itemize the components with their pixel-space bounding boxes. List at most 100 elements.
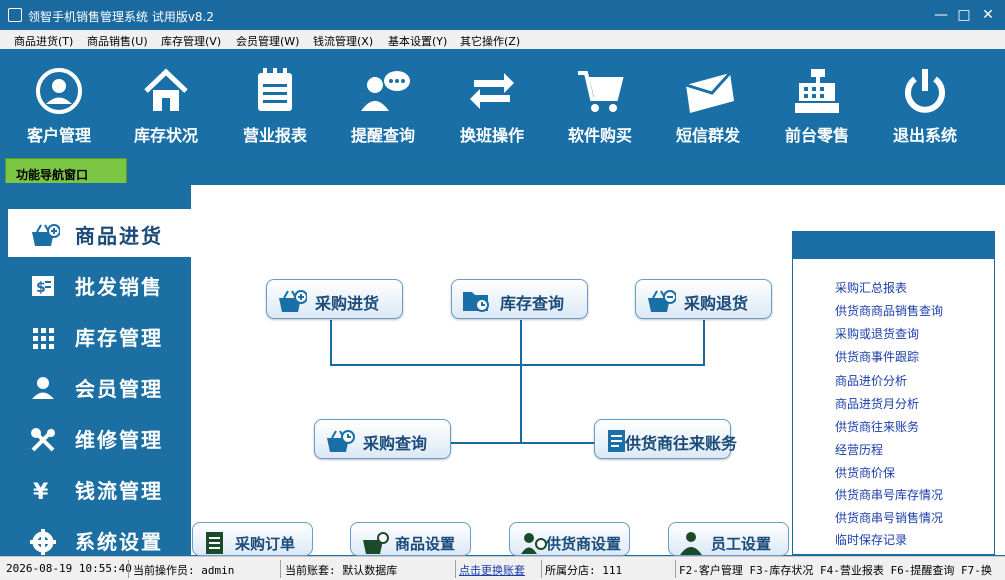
- basket-plus-icon: [32, 224, 60, 246]
- toolbar-label: 库存状况: [133, 126, 198, 145]
- supplier-settings-button[interactable]: 供货商设置: [509, 522, 630, 556]
- menu-cashflow[interactable]: 钱流管理(X): [313, 33, 373, 49]
- maximize-icon[interactable]: □: [953, 4, 975, 26]
- button-label: 库存查询: [500, 294, 565, 313]
- left-nav-cashflow[interactable]: ¥ 钱流管理: [8, 464, 191, 512]
- link-business-history[interactable]: 经营历程: [835, 441, 883, 458]
- toolbar-label: 前台零售: [784, 126, 849, 145]
- connector-line: [451, 442, 594, 444]
- house-icon: [144, 68, 188, 111]
- quick-links-panel: 采购汇总报表 供货商商品销售查询 采购或退货查询 供货商事件跟踪 商品进价分析 …: [792, 231, 995, 555]
- document-icon: [206, 532, 223, 554]
- button-label: 采购进货: [315, 294, 380, 313]
- tab-band: [0, 149, 1005, 185]
- button-label: 商品设置: [395, 535, 456, 553]
- minimize-icon[interactable]: —: [930, 4, 952, 26]
- user-circle-icon: [36, 68, 82, 114]
- swap-icon: [470, 73, 514, 109]
- switch-account-link[interactable]: 点击更换账套: [459, 562, 525, 578]
- purchase-in-button[interactable]: 采购进货: [266, 279, 403, 319]
- left-nav-label: 商品进货: [75, 224, 163, 248]
- toolbar-reminder-button[interactable]: 提醒查询: [333, 49, 433, 149]
- toolbar-exit-button[interactable]: 退出系统: [875, 49, 975, 149]
- status-shortcuts: F2-客户管理 F3-库存状况 F4-营业报表 F6-提醒查询 F7-换: [679, 564, 992, 577]
- menu-member[interactable]: 会员管理(W): [236, 33, 299, 49]
- menu-goods-sales[interactable]: 商品销售(U): [87, 33, 148, 49]
- goods-settings-button[interactable]: 商品设置: [350, 522, 471, 556]
- menu-other[interactable]: 其它操作(Z): [460, 33, 520, 49]
- left-nav-label: 维修管理: [75, 428, 163, 452]
- close-icon[interactable]: ✕: [977, 4, 999, 26]
- gear-icon: [30, 529, 56, 555]
- menu-stock[interactable]: 库存管理(V): [161, 33, 221, 49]
- status-separator: [675, 560, 676, 578]
- link-monthly-purchase-analysis[interactable]: 商品进货月分析: [835, 395, 919, 412]
- power-icon: [905, 69, 945, 113]
- status-operator: 当前操作员: admin: [133, 564, 235, 577]
- link-supplier-price-protection[interactable]: 供货商价保: [835, 464, 895, 481]
- toolbar-label: 客户管理: [26, 126, 91, 145]
- svg-text:¥: ¥: [33, 480, 49, 504]
- left-nav-goods-purchase[interactable]: 商品进货: [8, 209, 191, 257]
- toolbar-purchase-software-button[interactable]: 软件购买: [550, 49, 650, 149]
- left-nav-label: 系统设置: [75, 530, 163, 554]
- connector-line: [703, 320, 705, 365]
- menu-bar: 商品进货(T) 商品销售(U) 库存管理(V) 会员管理(W) 钱流管理(X) …: [0, 30, 1005, 49]
- toolbar-label: 营业报表: [242, 126, 307, 145]
- svg-text:$: $: [36, 280, 46, 296]
- toolbar-label: 换班操作: [459, 126, 524, 145]
- link-serial-stock[interactable]: 供货商串号库存情况: [835, 486, 943, 503]
- status-bar: 2026-08-19 10:55:40 当前操作员: admin 当前账套: 默…: [0, 556, 1005, 580]
- button-label: 采购查询: [363, 434, 428, 453]
- status-separator: [455, 560, 456, 578]
- toolbar-stock-status-button[interactable]: 库存状况: [116, 49, 216, 149]
- left-nav-repair[interactable]: 维修管理: [8, 413, 191, 461]
- left-nav-stock[interactable]: 库存管理: [8, 311, 191, 359]
- link-supplier-event-tracking[interactable]: 供货商事件跟踪: [835, 348, 919, 365]
- link-supplier-goods-sales[interactable]: 供货商商品销售查询: [835, 302, 943, 319]
- button-label: 供货商往来账务: [625, 434, 738, 453]
- button-label: 员工设置: [711, 535, 772, 553]
- menu-basic-settings[interactable]: 基本设置(Y): [388, 33, 447, 49]
- employee-settings-button[interactable]: 员工设置: [668, 522, 789, 556]
- cash-register-icon: [795, 69, 839, 113]
- toolbar-retail-button[interactable]: 前台零售: [767, 49, 867, 149]
- left-nav-member[interactable]: 会员管理: [8, 362, 191, 410]
- toolbar-reports-button[interactable]: 营业报表: [225, 49, 325, 149]
- left-nav: 商品进货 $ 批发销售 库存管理 会员管理 维修管理 ¥ 钱流管理 系统设置: [0, 185, 191, 555]
- grid-icon: [33, 328, 54, 349]
- left-nav-label: 会员管理: [75, 377, 163, 401]
- status-account: 当前账套: 默认数据库: [285, 564, 398, 577]
- title-bar: 领智手机销售管理系统 试用版v8.2 — □ ✕: [0, 0, 1005, 30]
- purchase-return-button[interactable]: 采购退货: [635, 279, 772, 319]
- employee-icon: [680, 532, 702, 555]
- link-purchase-summary[interactable]: 采购汇总报表: [835, 279, 907, 296]
- tab-function-navigation[interactable]: 功能导航窗口: [5, 158, 127, 183]
- supplier-accounts-button[interactable]: 供货商往来账务: [594, 419, 737, 459]
- purchase-query-button[interactable]: 采购查询: [314, 419, 451, 459]
- left-nav-label: 库存管理: [75, 326, 163, 350]
- link-purchase-return-query[interactable]: 采购或退货查询: [835, 325, 919, 342]
- left-nav-wholesale[interactable]: $ 批发销售: [8, 260, 191, 308]
- connector-line: [520, 320, 522, 443]
- toolbar-sms-button[interactable]: 短信群发: [658, 49, 758, 149]
- status-separator: [280, 560, 281, 578]
- link-serial-sales[interactable]: 供货商串号销售情况: [835, 509, 943, 526]
- purchase-order-button[interactable]: 采购订单: [192, 522, 313, 556]
- basket-plus-icon: [279, 290, 307, 312]
- toolbar-shift-button[interactable]: 换班操作: [442, 49, 542, 149]
- link-temp-saved-records[interactable]: 临时保存记录: [835, 531, 907, 548]
- toolbar-customer-button[interactable]: 客户管理: [9, 49, 109, 149]
- yen-icon: ¥: [33, 480, 49, 504]
- cart-icon: [578, 71, 624, 112]
- link-price-analysis[interactable]: 商品进价分析: [835, 372, 907, 389]
- toolbar-label: 提醒查询: [350, 126, 415, 145]
- stock-query-button[interactable]: 库存查询: [451, 279, 588, 319]
- toolbar-label: 短信群发: [675, 126, 740, 145]
- toolbar-label: 退出系统: [892, 126, 957, 145]
- people-gear-icon: [521, 533, 547, 554]
- status-datetime: 2026-08-19 10:55:40: [6, 562, 132, 575]
- toolbar-label: 软件购买: [567, 126, 632, 145]
- link-supplier-accounts[interactable]: 供货商往来账务: [835, 418, 919, 435]
- menu-goods-purchase[interactable]: 商品进货(T): [14, 33, 73, 49]
